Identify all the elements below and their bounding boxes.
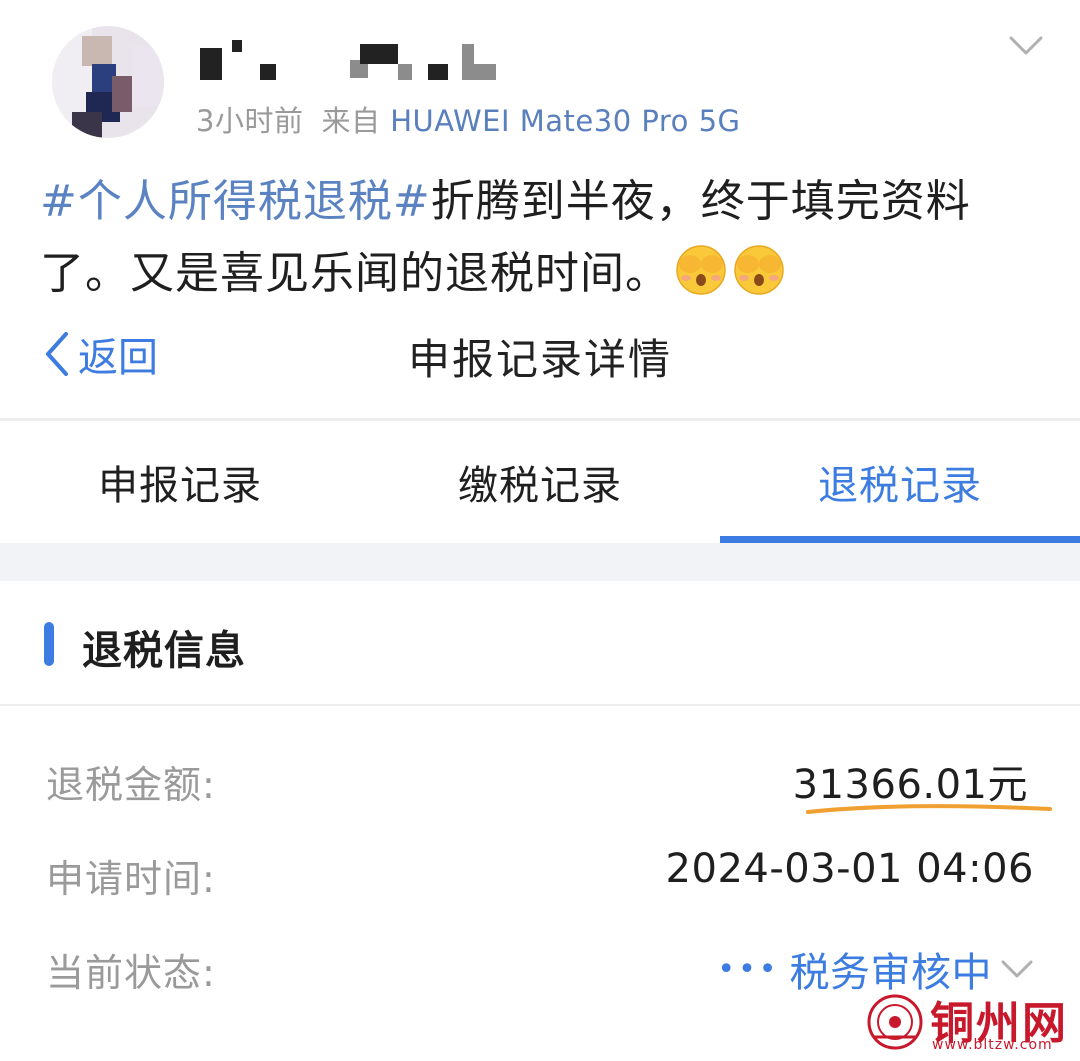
see-no-evil-face-emoji-icon	[734, 245, 784, 295]
tab-declaration-records[interactable]: 申报记录	[0, 421, 360, 543]
chevron-down-icon[interactable]	[1008, 34, 1044, 58]
section-spacer	[0, 543, 1080, 581]
post-text-line1: 折腾到半夜，终于填完资料	[430, 176, 971, 227]
status-label: 当前状态:	[46, 951, 216, 995]
tab-bar: 申报记录 缴税记录 退税记录	[0, 421, 1080, 543]
watermark-url: www.bltzw.com	[932, 1037, 1053, 1053]
watermark-seal-icon	[867, 994, 923, 1050]
see-no-evil-face-emoji-icon	[676, 245, 726, 295]
section-divider	[0, 704, 1080, 706]
section-accent-bar	[44, 622, 54, 666]
username-redacted[interactable]	[200, 40, 520, 80]
refund-amount-label: 退税金额:	[46, 763, 216, 807]
tab-payment-records[interactable]: 缴税记录	[360, 421, 720, 543]
post-device[interactable]: HUAWEI Mate30 Pro 5G	[390, 104, 740, 138]
apply-time-label: 申请时间:	[46, 857, 216, 901]
handdrawn-underline	[806, 804, 1052, 814]
section-title: 退税信息	[82, 628, 246, 674]
post-text: #个人所得税退税#折腾到半夜，终于填完资料 了。又是喜见乐闻的退税时间。	[40, 166, 1040, 310]
apply-time-row: 申请时间: 2024-03-01 04:06	[46, 846, 1034, 908]
avatar[interactable]	[52, 26, 164, 138]
hashtag-link[interactable]: #个人所得税退税#	[40, 176, 431, 227]
status-dots: •••	[717, 951, 780, 987]
tab-refund-records[interactable]: 退税记录	[720, 421, 1080, 543]
watermark: 铜州网 www.bltzw.com	[864, 987, 1074, 1057]
post-text-line2: 了。又是喜见乐闻的退税时间。	[40, 248, 670, 299]
post-source-prefix: 来自	[321, 104, 381, 138]
post-meta: 3小时前 来自 HUAWEI Mate30 Pro 5G	[196, 98, 741, 140]
post-time: 3小时前	[196, 104, 304, 138]
page-title: 申报记录详情	[407, 335, 672, 384]
chevron-down-icon[interactable]	[1000, 958, 1034, 980]
apply-time-value: 2024-03-01 04:06	[665, 846, 1034, 892]
